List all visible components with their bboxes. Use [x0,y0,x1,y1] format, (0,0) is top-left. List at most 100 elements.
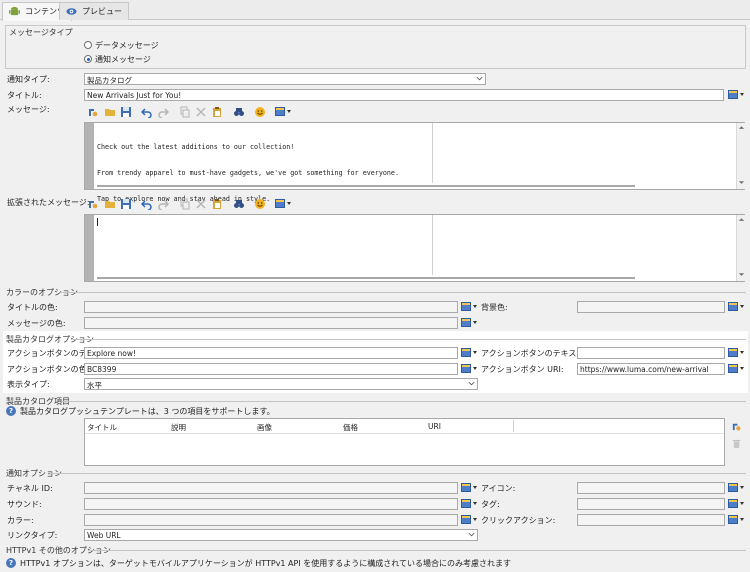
message-line-2: From trendy apparel to must-have gadgets… [97,168,399,177]
icon-input[interactable] [577,482,725,494]
paste-icon[interactable] [211,198,223,210]
action-button-uri-personalize-button[interactable] [727,363,745,375]
section-divider [62,401,746,402]
column-header-price[interactable]: 価格 [343,422,358,433]
scroll-down-icon[interactable] [738,272,745,277]
notification-type-select[interactable]: 製品カタログ [84,73,486,85]
action-button-uri-input[interactable]: https://www.luma.com/new-arrival [577,363,725,375]
personalize-icon [461,499,471,508]
redo-icon[interactable] [157,198,169,210]
message-hscroll-thumb[interactable] [97,185,635,187]
extended-message-personalize-button[interactable] [274,198,292,210]
sound-input[interactable] [84,498,458,510]
click-action-input[interactable] [577,514,725,526]
personalize-icon [728,302,738,311]
copy-icon[interactable] [179,106,191,118]
action-button-uri-label: アクションボタン URI: [481,365,564,374]
insert-field-icon[interactable] [87,198,99,210]
find-binoculars-icon[interactable] [233,198,245,210]
color-input[interactable] [84,514,458,526]
action-button-text-color-personalize-button[interactable] [727,347,745,359]
notification-type-value: 製品カタログ [87,76,132,85]
tag-input[interactable] [577,498,725,510]
link-type-select[interactable]: Web URL [84,529,478,541]
save-icon[interactable] [120,106,132,118]
tag-label: タグ: [481,500,500,509]
scroll-down-icon[interactable] [738,180,745,185]
undo-icon[interactable] [141,106,153,118]
title-color-input[interactable] [84,301,458,313]
column-header-title[interactable]: タイトル [87,422,117,433]
column-header-image[interactable]: 画像 [257,422,272,433]
sound-personalize-button[interactable] [460,498,478,510]
channel-id-personalize-button[interactable] [460,482,478,494]
display-type-label: 表示タイプ: [7,380,50,389]
display-type-select[interactable]: 水平 [84,378,478,390]
click-action-personalize-button[interactable] [727,514,745,526]
message-personalize-button[interactable] [274,106,292,118]
redo-icon[interactable] [157,106,169,118]
tab-preview[interactable]: プレビュー [59,2,129,20]
channel-id-input[interactable] [84,482,458,494]
title-input[interactable]: New Arrivals Just for You! [84,89,724,101]
action-button-text-input[interactable]: Explore now! [84,347,458,359]
emoji-icon[interactable] [254,198,266,210]
scroll-up-icon[interactable] [738,217,745,222]
background-color-label: 背景色: [481,303,508,312]
open-folder-icon[interactable] [104,198,116,210]
click-action-label: クリックアクション: [481,516,556,525]
extended-message-label: 拡張されたメッセージ: [7,198,90,207]
column-header-uri[interactable]: URI [428,422,441,431]
personalize-icon [728,348,738,357]
emoji-icon[interactable] [254,106,266,118]
paste-icon[interactable] [211,106,223,118]
catalog-items-table[interactable]: タイトル 説明 画像 価格 URI [84,418,725,466]
undo-icon[interactable] [141,198,153,210]
background-color-personalize-button[interactable] [727,301,745,313]
dropdown-arrow-icon [473,321,477,324]
action-button-text-personalize-button[interactable] [460,347,478,359]
radio-notification-message[interactable] [84,55,92,63]
title-color-personalize-button[interactable] [460,301,478,313]
find-binoculars-icon[interactable] [233,106,245,118]
eye-icon [66,8,77,15]
message-color-input[interactable] [84,317,458,329]
chevron-down-icon [468,532,475,537]
color-personalize-button[interactable] [460,514,478,526]
open-folder-icon[interactable] [104,106,116,118]
background-color-input[interactable] [577,301,725,313]
scroll-up-icon[interactable] [738,125,745,130]
personalize-icon [728,483,738,492]
personalize-icon [461,348,471,357]
editor-split-line [432,123,433,183]
extended-message-hscroll-thumb[interactable] [97,277,635,279]
cut-icon[interactable] [195,106,207,118]
action-button-text-color-input[interactable] [577,347,725,359]
icon-personalize-button[interactable] [727,482,745,494]
tab-label: プレビュー [82,7,122,16]
insert-field-icon[interactable] [87,106,99,118]
header-divider [85,433,724,434]
radio-data-message[interactable] [84,41,92,49]
message-editor[interactable]: Check out the latest additions to our co… [84,122,745,203]
copy-icon[interactable] [179,198,191,210]
column-header-description[interactable]: 説明 [171,422,186,433]
personalize-icon [728,364,738,373]
title-personalize-button[interactable] [727,89,745,101]
delete-item-icon[interactable] [732,438,741,449]
chevron-down-icon [468,381,475,386]
android-icon [9,6,20,16]
add-item-icon[interactable] [731,421,742,432]
title-label: タイトル: [7,91,42,100]
message-label: メッセージ: [7,105,50,114]
message-scrollbar[interactable] [736,123,745,189]
personalize-icon [275,107,285,116]
save-icon[interactable] [120,198,132,210]
action-button-color-input[interactable]: BC8399 [84,363,458,375]
message-color-personalize-button[interactable] [460,317,478,329]
extended-message-editor[interactable] [84,214,745,282]
cut-icon[interactable] [195,198,207,210]
tag-personalize-button[interactable] [727,498,745,510]
extended-message-scrollbar[interactable] [736,215,745,281]
action-button-color-personalize-button[interactable] [460,363,478,375]
